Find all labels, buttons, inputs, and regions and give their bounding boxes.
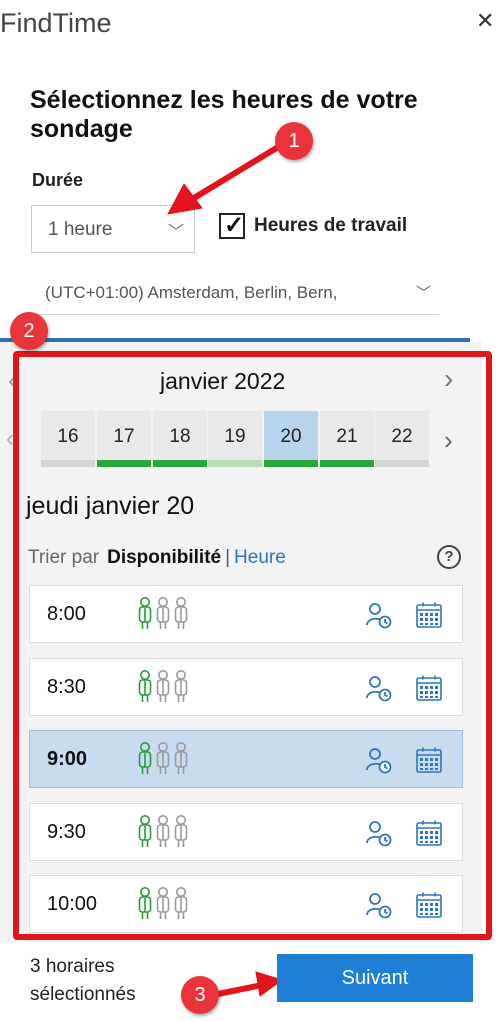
annotation-arrow-1 <box>191 138 291 201</box>
slot-time: 8:30 <box>47 676 86 698</box>
slot-time: 10:00 <box>47 893 98 915</box>
availability-bar <box>97 460 151 467</box>
chevron-down-icon: ﹀ <box>415 285 431 302</box>
day-number: 18 <box>169 426 191 447</box>
sort-label: Trier par <box>28 547 100 568</box>
time-slot-9-30[interactable]: 9:30 <box>29 803 463 861</box>
calendar-icon[interactable] <box>415 601 443 629</box>
day-number: 19 <box>224 426 246 447</box>
annotation-badge-2: 2 <box>10 312 48 350</box>
annotation-badge-1: 1 <box>275 122 313 160</box>
working-hours-label: Heures de travail <box>254 215 408 236</box>
timezone-value: (UTC+01:00) Amsterdam, Berlin, Bern, <box>45 283 338 302</box>
day-cell-17[interactable]: 17 <box>97 411 151 467</box>
slot-time: 9:30 <box>47 821 86 843</box>
person-clock-icon[interactable] <box>365 819 393 847</box>
sort-time-option[interactable]: Heure <box>234 547 286 568</box>
previous-days-icon[interactable]: ‹ <box>6 425 14 453</box>
previous-month-icon[interactable]: ‹ <box>8 365 17 396</box>
next-button[interactable]: Suivant <box>277 954 473 1002</box>
page-heading: Sélectionnez les heures de votre sondage <box>30 86 418 143</box>
timezone-select[interactable]: (UTC+01:00) Amsterdam, Berlin, Bern, ﹀ <box>31 271 439 315</box>
attendee-availability-icon <box>138 597 188 629</box>
next-month-icon[interactable]: › <box>444 363 453 395</box>
time-slot-9-00[interactable]: 9:00 <box>29 730 463 788</box>
date-strip: 16 17 18 19 20 21 22 ‹ › <box>0 411 482 467</box>
time-slot-8-30[interactable]: 8:30 <box>29 658 463 716</box>
sort-availability-option[interactable]: Disponibilité <box>107 547 221 568</box>
day-number: 17 <box>113 426 135 447</box>
chevron-down-icon: ﹀ <box>167 224 184 241</box>
availability-bar <box>320 460 374 467</box>
person-clock-icon[interactable] <box>365 891 393 919</box>
day-number: 20 <box>280 426 302 447</box>
calendar-icon[interactable] <box>415 819 443 847</box>
calendar-panel: ‹ janvier 2022 › 16 17 18 19 20 21 22 ‹ › jeud… <box>0 342 482 942</box>
person-clock-icon[interactable] <box>365 601 393 629</box>
day-cell-22[interactable]: 22 <box>375 411 429 467</box>
attendee-availability-icon <box>138 815 188 847</box>
attendee-availability-icon <box>138 887 188 919</box>
working-hours-checkbox[interactable]: ✓ <box>219 212 245 239</box>
help-icon[interactable]: ? <box>437 545 461 569</box>
day-cell-16[interactable]: 16 <box>41 411 95 467</box>
availability-bar <box>264 460 318 467</box>
attendee-availability-icon <box>138 742 188 774</box>
day-number: 21 <box>336 426 358 447</box>
duration-value: 1 heure <box>48 219 113 240</box>
sort-row: Trier par Disponibilité | Heure <box>28 547 286 569</box>
close-icon[interactable]: ✕ <box>476 8 498 34</box>
sort-separator: | <box>225 547 231 568</box>
selected-slots-count: 3 horaires sélectionnés <box>30 956 136 1005</box>
availability-bar <box>375 460 429 467</box>
slot-time: 8:00 <box>47 603 86 625</box>
availability-bar <box>153 460 207 467</box>
attendee-availability-icon <box>138 670 188 702</box>
day-cell-20[interactable]: 20 <box>264 411 318 467</box>
month-label: janvier 2022 <box>160 368 286 394</box>
day-number: 22 <box>391 426 413 447</box>
person-clock-icon[interactable] <box>365 674 393 702</box>
day-number: 16 <box>57 426 79 447</box>
time-slot-8-00[interactable]: 8:00 <box>29 585 463 643</box>
calendar-icon[interactable] <box>415 891 443 919</box>
next-days-icon[interactable]: › <box>444 425 453 456</box>
day-cell-18[interactable]: 18 <box>153 411 207 467</box>
availability-bar <box>41 460 95 467</box>
person-clock-icon[interactable] <box>365 746 393 774</box>
day-cell-19[interactable]: 19 <box>208 411 262 467</box>
title-bar: FindTime ✕ <box>0 0 500 48</box>
selected-day-heading: jeudi janvier 20 <box>26 492 195 520</box>
calendar-icon[interactable] <box>415 674 443 702</box>
slot-time: 9:00 <box>47 748 88 770</box>
app-title: FindTime <box>0 8 112 38</box>
checkmark-icon: ✓ <box>224 212 245 239</box>
time-slot-10-00[interactable]: 10:00 <box>29 875 463 933</box>
annotation-arrow-3 <box>215 982 265 997</box>
availability-bar <box>208 460 262 467</box>
calendar-icon[interactable] <box>415 746 443 774</box>
duration-select[interactable]: 1 heure ﹀ <box>31 205 195 253</box>
day-cell-21[interactable]: 21 <box>320 411 374 467</box>
duration-label: Durée <box>32 170 84 190</box>
